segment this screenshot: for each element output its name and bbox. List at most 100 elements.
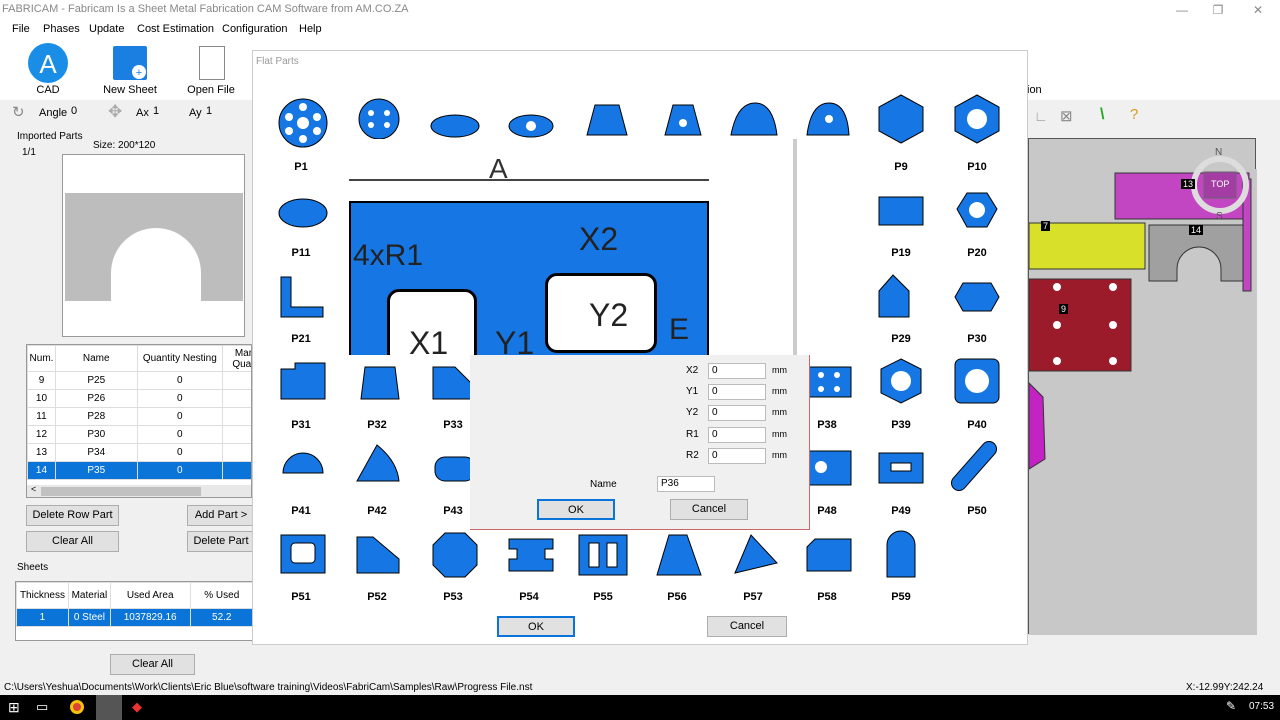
help-tool-icon[interactable]: ? xyxy=(1130,106,1138,123)
part-icon-p31[interactable] xyxy=(275,359,331,403)
part-icon-p9[interactable] xyxy=(873,91,929,147)
line-icon[interactable]: ∟ xyxy=(1034,108,1048,124)
col-num[interactable]: Num. xyxy=(27,345,56,372)
fabricam-taskbar-icon[interactable] xyxy=(96,695,122,720)
clear-all-sheets-button[interactable]: Clear All xyxy=(110,654,195,675)
horizontal-scrollbar[interactable]: < xyxy=(27,484,251,497)
part-icon-p32[interactable] xyxy=(351,361,407,403)
open-file-icon[interactable] xyxy=(199,46,225,80)
task-view-icon[interactable]: ▭ xyxy=(36,699,48,715)
part-icon-p42[interactable] xyxy=(351,441,407,487)
ax-input[interactable]: 1 xyxy=(150,104,180,122)
name-input[interactable]: P36 xyxy=(657,476,715,492)
app-taskbar-icon[interactable]: ◆ xyxy=(132,699,142,715)
part-icon-3[interactable] xyxy=(427,111,483,141)
scroll-thumb[interactable] xyxy=(41,487,201,496)
part-icon-7[interactable] xyxy=(727,99,783,141)
menu-configuration[interactable]: Configuration xyxy=(222,23,287,35)
add-part-button[interactable]: Add Part > xyxy=(187,505,255,526)
col-man[interactable]: Man Quan xyxy=(222,345,251,372)
table-row[interactable]: 12 P30 0 xyxy=(27,425,251,444)
dialog-ok-button[interactable]: OK xyxy=(497,616,575,637)
part-icon-p19[interactable] xyxy=(873,191,929,231)
part-icon-p56[interactable] xyxy=(651,531,707,579)
move-icon[interactable]: ✥ xyxy=(108,102,122,122)
menu-help[interactable]: Help xyxy=(299,23,322,35)
cross-box-icon[interactable]: ⊠ xyxy=(1060,107,1073,125)
part-icon-p55[interactable] xyxy=(575,531,631,579)
compass-north: N xyxy=(1215,147,1223,158)
subdialog-cancel-button[interactable]: Cancel xyxy=(670,499,748,520)
part-icon-p10[interactable] xyxy=(949,91,1005,147)
r1-input[interactable]: 0 xyxy=(708,427,766,443)
col-thickness[interactable]: Thickness xyxy=(16,582,69,609)
col-name[interactable]: Name xyxy=(54,345,138,372)
part-icon-p39[interactable] xyxy=(873,355,929,407)
part-icon-p53[interactable] xyxy=(427,529,483,581)
sheet-row[interactable]: 10 Steel 1037829.16 52.2 xyxy=(16,608,254,627)
chrome-icon[interactable] xyxy=(70,700,84,714)
table-row[interactable]: 11 P28 0 xyxy=(27,407,251,426)
col-material[interactable]: Material xyxy=(67,582,111,609)
dialog-cancel-button[interactable]: Cancel xyxy=(707,616,787,637)
r2-input[interactable]: 0 xyxy=(708,448,766,464)
parts-table: Num. Name Quantity Nesting Man Quan 9P25… xyxy=(26,344,252,498)
part-icon-8[interactable] xyxy=(801,99,857,141)
menu-update[interactable]: Update xyxy=(89,23,124,35)
col-used-area[interactable]: Used Area xyxy=(109,582,191,609)
part-icon-p29[interactable] xyxy=(873,271,929,321)
part-icon-5[interactable] xyxy=(579,101,635,141)
cad-icon[interactable]: A xyxy=(28,43,68,83)
table-row[interactable]: 9 P25 0 xyxy=(27,371,251,390)
menu-phases[interactable]: Phases xyxy=(43,23,80,35)
maximize-button[interactable]: ❐ xyxy=(1200,0,1236,20)
pen-icon[interactable]: ✎ xyxy=(1226,699,1236,713)
part-icon-p51[interactable] xyxy=(275,529,331,581)
dim-y1: Y1 xyxy=(495,325,535,355)
col-used-pct[interactable]: % Used xyxy=(189,582,254,609)
windows-start-icon[interactable]: ⊞ xyxy=(8,699,20,716)
part-icon-2[interactable] xyxy=(351,97,407,141)
table-row[interactable]: 13 P34 0 xyxy=(27,443,251,462)
nesting-canvas[interactable]: N S TOP 13 7 14 9 xyxy=(1028,138,1257,635)
y2-input[interactable]: 0 xyxy=(708,405,766,421)
view-top-button[interactable]: TOP xyxy=(1211,179,1229,189)
part-icon-p20[interactable] xyxy=(949,189,1005,231)
close-button[interactable]: ✕ xyxy=(1240,0,1276,20)
subdialog-ok-button[interactable]: OK xyxy=(537,499,615,520)
part-icon-p11[interactable] xyxy=(275,195,331,231)
scroll-left-icon[interactable]: < xyxy=(31,484,36,494)
table-row-selected[interactable]: 14 P35 0 xyxy=(27,461,251,480)
part-icon-p59[interactable] xyxy=(873,529,929,581)
part-icon-4[interactable] xyxy=(503,111,559,141)
part-icon-p1[interactable] xyxy=(275,95,331,151)
part-icon-p49[interactable] xyxy=(873,447,929,489)
status-bar: C:\Users\Yeshua\Documents\Work\Clients\E… xyxy=(0,680,1280,695)
part-icon-p52[interactable] xyxy=(351,529,407,581)
part-icon-p54[interactable] xyxy=(503,533,559,577)
table-row[interactable]: 10 P26 0 xyxy=(27,389,251,408)
menu-file[interactable]: File xyxy=(12,23,30,35)
delete-part-button[interactable]: Delete Part xyxy=(187,531,255,552)
part-icon-p50[interactable] xyxy=(949,441,1005,493)
delete-row-part-button[interactable]: Delete Row Part xyxy=(26,505,119,526)
rotate-icon[interactable]: ↻ xyxy=(12,103,25,121)
part-icon-p40[interactable] xyxy=(949,355,1005,407)
angle-input[interactable]: 0 xyxy=(68,104,98,122)
part-label: P53 xyxy=(443,591,463,603)
part-icon-6[interactable] xyxy=(655,101,711,141)
new-sheet-icon[interactable]: + xyxy=(113,46,147,80)
menu-cost-estimation[interactable]: Cost Estimation xyxy=(137,23,214,35)
part-icon-p58[interactable] xyxy=(801,535,857,577)
x2-input[interactable]: 0 xyxy=(708,363,766,379)
part-icon-p57[interactable] xyxy=(727,531,783,579)
split-icon[interactable]: \ xyxy=(1100,106,1104,124)
clear-all-button[interactable]: Clear All xyxy=(26,531,119,552)
col-qty[interactable]: Quantity Nesting xyxy=(136,345,224,372)
minimize-button[interactable]: — xyxy=(1164,0,1200,20)
part-icon-p41[interactable] xyxy=(275,449,331,485)
ay-input[interactable]: 1 xyxy=(203,104,243,122)
part-icon-p30[interactable] xyxy=(949,277,1005,317)
y1-input[interactable]: 0 xyxy=(708,384,766,400)
part-icon-p21[interactable] xyxy=(275,273,331,321)
